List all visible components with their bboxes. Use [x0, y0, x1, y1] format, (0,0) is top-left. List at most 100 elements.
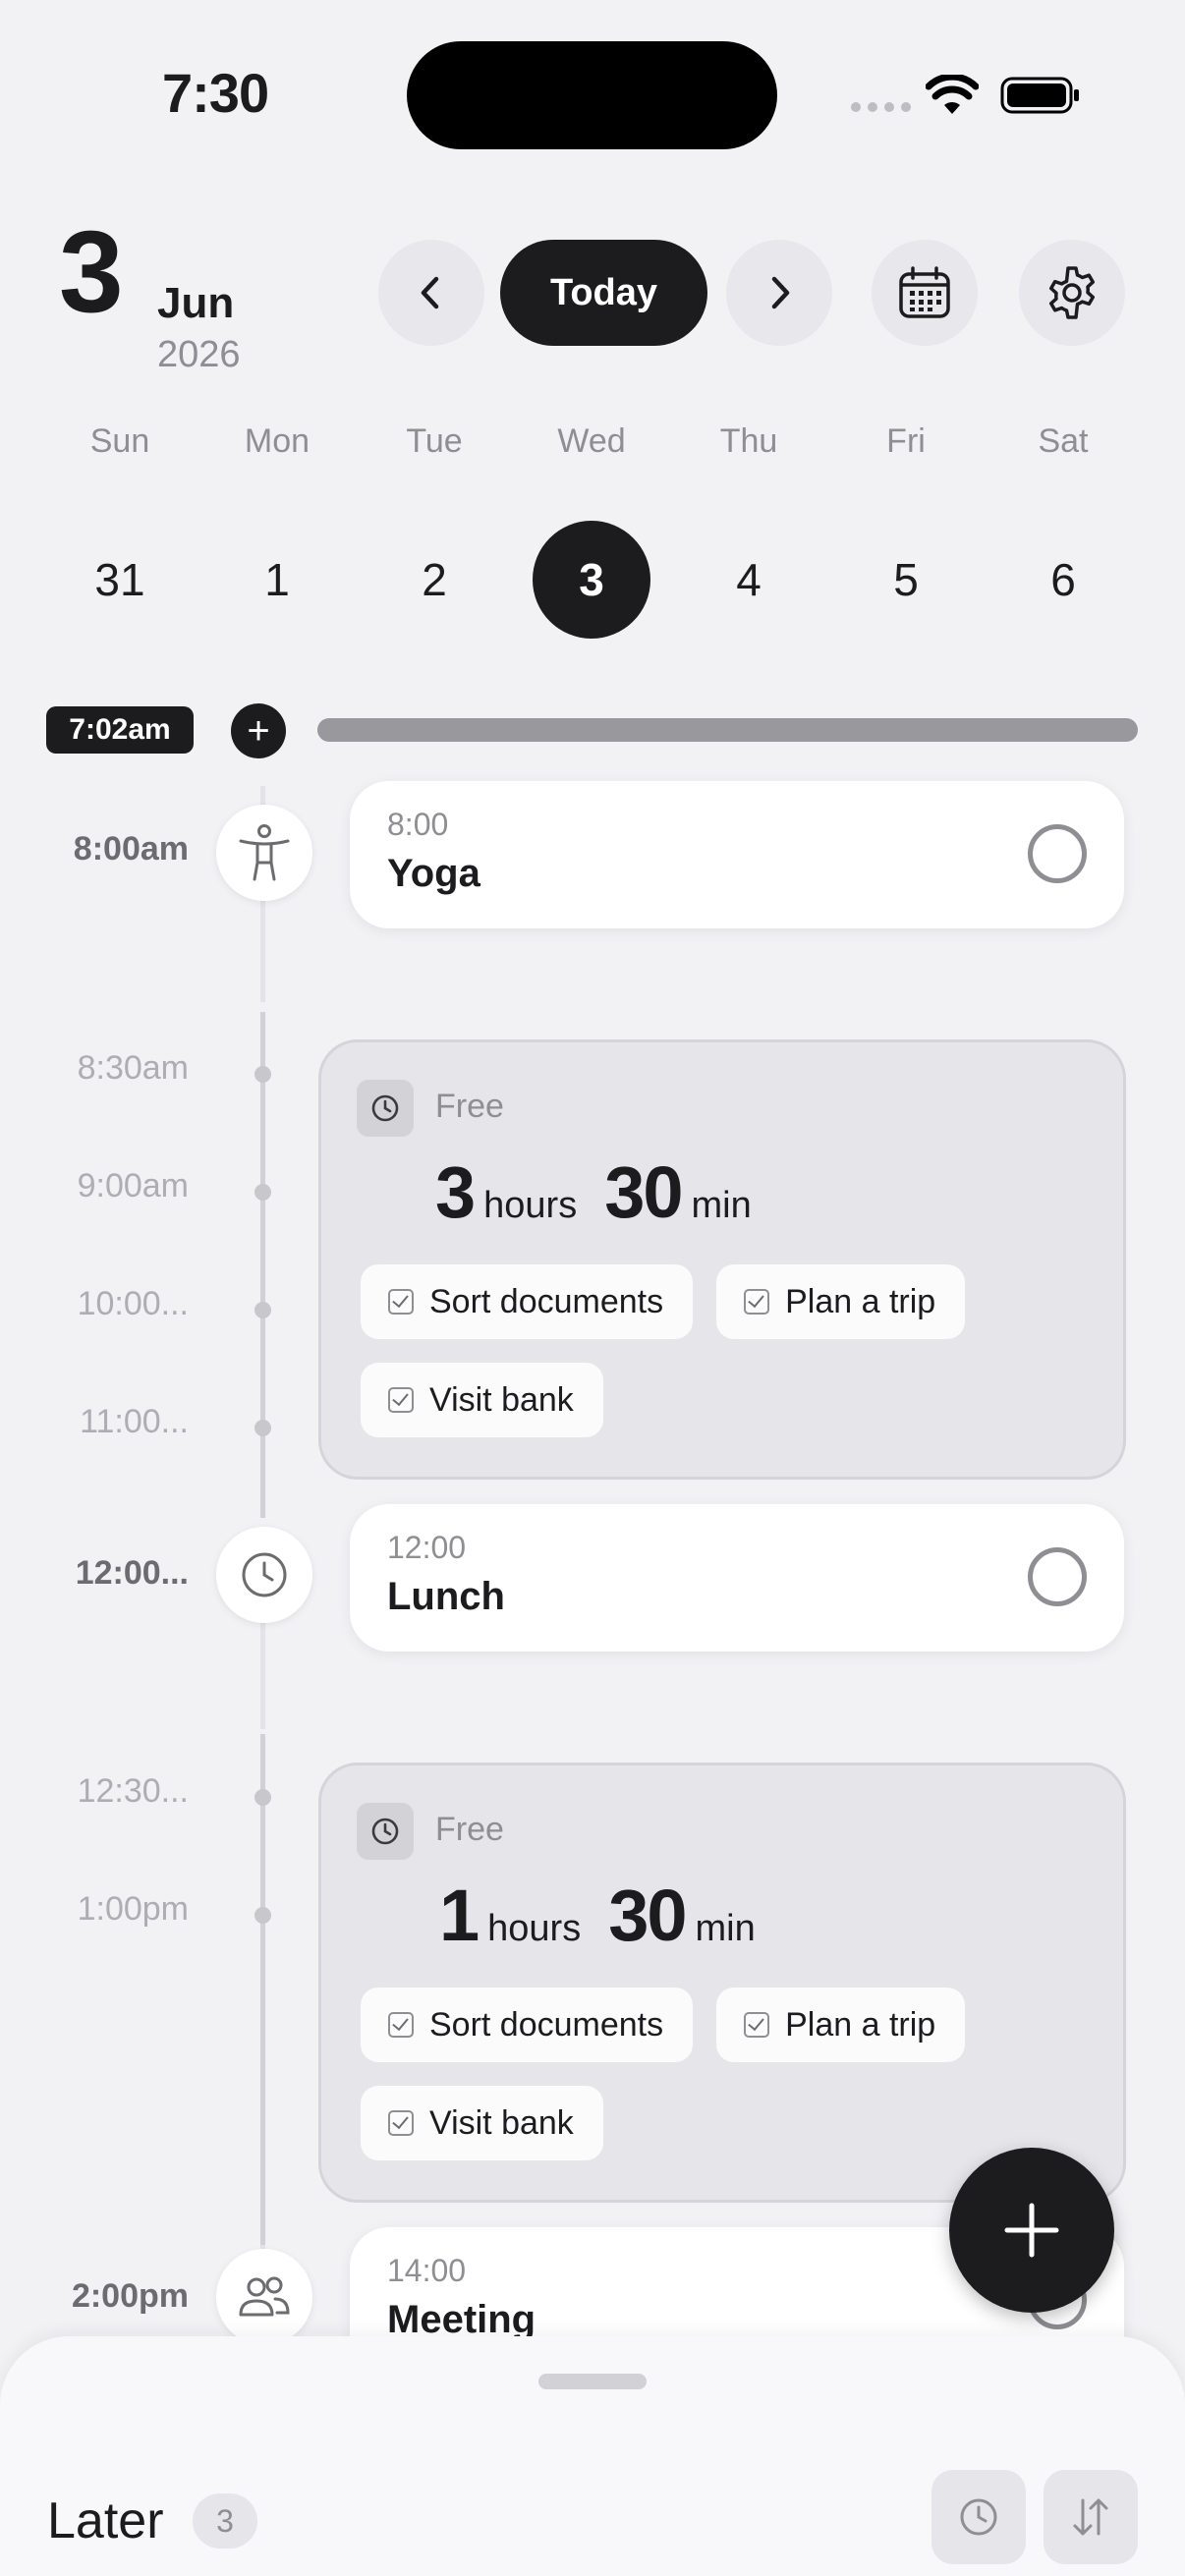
signal-icon	[851, 102, 911, 112]
day-name: Tue	[406, 422, 463, 460]
plus-icon	[1004, 2203, 1059, 2258]
day-number: 2	[422, 554, 447, 605]
week-day-wed[interactable]: Wed 3	[513, 422, 670, 639]
minutes-unit: min	[695, 1908, 756, 1949]
task-chips: Sort documents Plan a trip Visit bank	[361, 1988, 1068, 2160]
timeline-dot	[254, 1066, 271, 1083]
dynamic-island	[407, 41, 777, 149]
minutes-unit: min	[691, 1185, 752, 1226]
free-minutes: 30	[604, 1151, 683, 1233]
task-label: Sort documents	[429, 1282, 664, 1320]
task-label: Sort documents	[429, 2005, 664, 2044]
day-name: Fri	[886, 422, 926, 460]
day-number: 5	[893, 554, 919, 605]
hours-unit: hours	[483, 1185, 578, 1226]
timeline-rail	[260, 1734, 265, 2245]
task-chip[interactable]: Plan a trip	[716, 1264, 966, 1339]
later-title: Later	[47, 2492, 164, 2549]
checkbox-icon	[744, 2012, 770, 2038]
selected-day-number: 3	[533, 521, 650, 639]
event-icon-lunch	[216, 1527, 312, 1623]
checkbox-icon	[388, 2012, 414, 2038]
checkbox-icon	[388, 1387, 414, 1413]
event-icon-meeting	[216, 2249, 312, 2345]
free-hours: 3	[435, 1151, 476, 1233]
event-card-yoga[interactable]: 8:00 Yoga	[350, 781, 1124, 928]
day-number: 4	[736, 554, 762, 605]
calendar-button[interactable]	[872, 240, 978, 346]
current-day-number: 3	[59, 207, 124, 337]
event-complete-toggle[interactable]	[1028, 1547, 1087, 1606]
time-label: 1:00pm	[77, 1890, 189, 1928]
time-label: 10:00...	[77, 1285, 189, 1322]
time-label: 9:00am	[77, 1167, 189, 1204]
time-label: 2:00pm	[71, 2277, 189, 2315]
sort-icon	[1073, 2498, 1108, 2536]
checkbox-icon	[388, 1289, 414, 1315]
event-time: 12:00	[387, 1530, 467, 1565]
task-chip[interactable]: Visit bank	[361, 2086, 603, 2160]
time-label: 12:30...	[77, 1772, 189, 1810]
day-name: Wed	[557, 422, 626, 460]
free-minutes: 30	[608, 1875, 687, 1956]
task-chip[interactable]: Visit bank	[361, 1363, 603, 1437]
task-chip[interactable]: Sort documents	[361, 1264, 694, 1339]
week-day-tue[interactable]: Tue 2	[356, 422, 513, 639]
clock-icon	[242, 1552, 287, 1597]
calendar-icon	[899, 266, 950, 318]
task-label: Visit bank	[429, 1380, 574, 1419]
week-day-sun[interactable]: Sun 31	[41, 422, 198, 639]
sheet-grabber[interactable]	[538, 2374, 647, 2389]
week-day-thu[interactable]: Thu 4	[670, 422, 827, 639]
task-chip[interactable]: Sort documents	[361, 1988, 694, 2062]
free-label: Free	[435, 1088, 504, 1125]
checkbox-icon	[388, 2110, 414, 2136]
later-sort-button[interactable]	[1044, 2470, 1138, 2564]
battery-icon	[1000, 77, 1079, 114]
event-time: 14:00	[387, 2253, 467, 2288]
clock-icon	[371, 1818, 399, 1845]
current-year: 2026	[157, 334, 241, 375]
event-title: Lunch	[387, 1575, 505, 1618]
task-label: Plan a trip	[785, 1282, 936, 1320]
timeline-dot	[254, 1302, 271, 1318]
free-time-card[interactable]: Free 1 hours 30 min Sort documents Plan …	[318, 1763, 1126, 2203]
event-complete-toggle[interactable]	[1028, 824, 1087, 883]
free-duration: 1 hours 30 min	[439, 1874, 783, 1957]
free-hours: 1	[439, 1875, 480, 1956]
timeline-rail	[260, 1012, 265, 1518]
free-label: Free	[435, 1811, 504, 1848]
timeline-dot	[254, 1184, 271, 1201]
task-label: Visit bank	[429, 2103, 574, 2142]
week-day-mon[interactable]: Mon 1	[198, 422, 356, 639]
clock-icon	[371, 1094, 399, 1122]
task-chip[interactable]: Plan a trip	[716, 1988, 966, 2062]
later-count-badge: 3	[193, 2493, 257, 2548]
event-title: Yoga	[387, 852, 480, 895]
add-at-now-button[interactable]: +	[231, 703, 286, 758]
plus-icon: +	[247, 709, 270, 753]
free-time-card[interactable]: Free 3 hours 30 min Sort documents Plan …	[318, 1039, 1126, 1480]
time-label: 12:00...	[75, 1554, 189, 1592]
time-label: 11:00...	[80, 1403, 189, 1440]
timeline-dot	[254, 1420, 271, 1436]
free-duration: 3 hours 30 min	[435, 1150, 779, 1234]
event-time: 8:00	[387, 807, 449, 842]
chevron-left-icon	[421, 276, 439, 309]
next-day-button[interactable]	[726, 240, 832, 346]
time-label: 8:30am	[77, 1049, 189, 1087]
later-sheet[interactable]: Later 3	[0, 2336, 1185, 2576]
week-day-sat[interactable]: Sat 6	[985, 422, 1142, 639]
timeline-dot	[254, 1789, 271, 1806]
person-icon	[239, 824, 290, 881]
add-event-button[interactable]	[949, 2148, 1114, 2313]
wifi-icon	[926, 75, 979, 114]
day-number: 6	[1050, 554, 1076, 605]
settings-button[interactable]	[1019, 240, 1125, 346]
event-card-lunch[interactable]: 12:00 Lunch	[350, 1504, 1124, 1652]
today-button[interactable]: Today	[500, 240, 707, 346]
week-day-fri[interactable]: Fri 5	[827, 422, 985, 639]
later-time-button[interactable]	[931, 2470, 1026, 2564]
current-month: Jun	[157, 279, 235, 327]
previous-day-button[interactable]	[378, 240, 484, 346]
